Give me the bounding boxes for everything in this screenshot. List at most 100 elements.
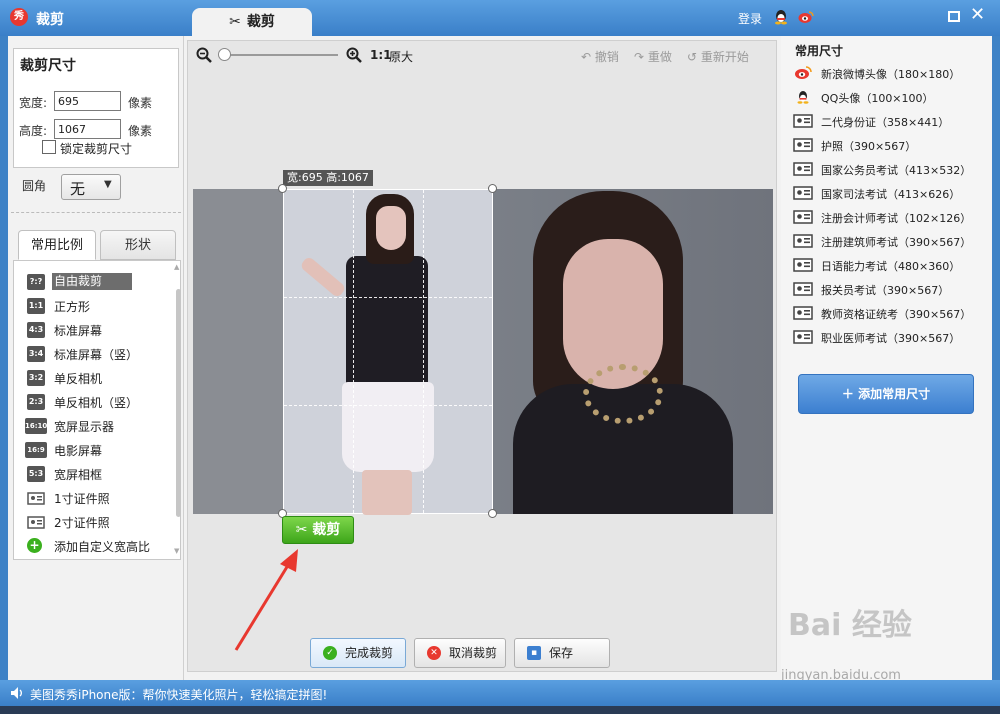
cancel-icon: ✕ (427, 646, 441, 660)
size-item-teacher-exam[interactable]: 教师资格证统考（390×567） (791, 302, 991, 324)
size-item-japanese-exam[interactable]: 日语能力考试（480×360） (791, 254, 991, 276)
crop-grid-line (353, 190, 354, 513)
size-item-weibo-avatar[interactable]: 新浪微博头像（180×180） (791, 62, 991, 84)
crop-size-box: 裁剪尺寸 宽度: 像素 高度: 像素 锁定裁剪尺寸 (13, 48, 179, 168)
size-item-label: 注册会计师考试（102×126） (821, 212, 972, 225)
app-logo-icon: 秀 (10, 8, 28, 26)
ratio-item-16-9[interactable]: 16:9 电影屏幕 (14, 439, 164, 461)
ratio-list-scrollbar[interactable] (176, 289, 181, 517)
zoom-slider-thumb[interactable] (218, 48, 231, 61)
size-item-label: 国家司法考试（413×626） (821, 188, 961, 201)
size-item-label: 二代身份证（358×441） (821, 116, 950, 129)
crop-selection[interactable] (283, 189, 493, 515)
add-common-size-label: 添加常用尺寸 (858, 387, 931, 401)
size-item-customs-exam[interactable]: 报关员考试（390×567） (791, 278, 991, 300)
size-item-architect-exam[interactable]: 注册建筑师考试（390×567） (791, 230, 991, 252)
zoom-original-button[interactable]: 原大 (389, 48, 413, 65)
finish-crop-button[interactable]: ✓ 完成裁剪 (310, 638, 406, 668)
login-link[interactable]: 登录 (738, 10, 762, 27)
redo-label: 重做 (647, 50, 672, 64)
lock-size-label[interactable]: 锁定裁剪尺寸 (60, 140, 132, 157)
speaker-icon (11, 687, 22, 699)
crop-subject-skirt (342, 382, 434, 472)
id-card-icon (793, 330, 813, 344)
ratio-item-label: 宽屏相框 (54, 468, 103, 482)
corner-select[interactable]: 无 ▼ (61, 174, 121, 200)
ratio-item-5-3[interactable]: 5:3 宽屏相框 (14, 463, 164, 485)
scroll-down-icon[interactable]: ▼ (174, 547, 179, 555)
cancel-crop-button[interactable]: ✕ 取消裁剪 (414, 638, 506, 668)
zoom-out-icon[interactable] (196, 47, 212, 63)
id-card-icon (793, 234, 813, 248)
annotation-arrow (234, 549, 298, 651)
crop-button-label: 裁剪 (312, 522, 341, 538)
tab-crop[interactable]: ✂ 裁剪 (192, 8, 312, 36)
zoom-in-icon[interactable] (346, 47, 362, 63)
qq-icon[interactable] (774, 9, 788, 25)
chevron-down-icon: ▼ (104, 179, 112, 190)
cancel-crop-label: 取消裁剪 (449, 646, 498, 660)
crop-handle-bottom-right[interactable] (488, 509, 497, 518)
width-unit: 像素 (128, 96, 153, 110)
ratio-item-add-custom[interactable]: + 添加自定义宽高比 (14, 535, 164, 557)
size-item-civil-service[interactable]: 国家公务员考试（413×532） (791, 158, 991, 180)
ratio-4-3-icon: 4:3 (27, 322, 45, 338)
zoom-slider[interactable] (220, 54, 338, 56)
ratio-item-square[interactable]: 1:1 正方形 (14, 295, 164, 317)
restart-button[interactable]: ↺ 重新开始 (687, 48, 749, 65)
redo-button[interactable]: ↷ 重做 (634, 48, 672, 65)
crop-handle-top-right[interactable] (488, 184, 497, 193)
scroll-up-icon[interactable]: ▲ (174, 263, 179, 271)
ratio-item-label: 自由裁剪 (52, 273, 133, 290)
ratio-item-2-inch-id[interactable]: 2寸证件照 (14, 511, 164, 533)
size-item-cpa-exam[interactable]: 注册会计师考试（102×126） (791, 206, 991, 228)
crop-dimension-label: 宽:695 高:1067 (283, 170, 373, 186)
size-item-label: 教师资格证统考（390×567） (821, 308, 972, 321)
ratio-item-free[interactable]: ?:? 自由裁剪 (14, 271, 164, 293)
id-card-icon (793, 306, 813, 320)
ratio-item-16-10[interactable]: 16:10 宽屏显示器 (14, 415, 164, 437)
canvas-area: 1:1 原大 ↶ 撤销 ↷ 重做 ↺ 重新开始 宽:695 高:1067 ✂ 裁… (187, 40, 777, 672)
lock-size-checkbox[interactable] (42, 140, 56, 154)
ratio-16-10-icon: 16:10 (25, 418, 47, 434)
size-item-passport[interactable]: 护照（390×567） (791, 134, 991, 156)
crop-button[interactable]: ✂ 裁剪 (282, 516, 354, 544)
add-common-size-button[interactable]: ＋ 添加常用尺寸 (798, 374, 974, 414)
ratio-item-4-3[interactable]: 4:3 标准屏幕 (14, 319, 164, 341)
id-card-icon (27, 492, 45, 505)
height-input[interactable] (54, 119, 121, 139)
ratio-item-3-4[interactable]: 3:4 标准屏幕（竖） (14, 343, 164, 365)
maximize-button[interactable] (948, 11, 960, 22)
ratio-5-3-icon: 5:3 (27, 466, 45, 482)
id-card-icon (793, 210, 813, 224)
save-button[interactable]: ▪ 保存 (514, 638, 610, 668)
save-icon: ▪ (527, 646, 541, 660)
tab-crop-label: 裁剪 (246, 14, 275, 30)
undo-button[interactable]: ↶ 撤销 (581, 48, 619, 65)
tab-shape[interactable]: 形状 (100, 230, 176, 260)
crop-handle-top-left[interactable] (278, 184, 287, 193)
width-input[interactable] (54, 91, 121, 111)
id-card-icon (793, 186, 813, 200)
size-item-qq-avatar[interactable]: QQ头像（100×100） (791, 86, 991, 108)
id-card-icon (793, 138, 813, 152)
size-item-id-card[interactable]: 二代身份证（358×441） (791, 110, 991, 132)
close-button[interactable]: ✕ (970, 6, 985, 24)
tab-common-ratio[interactable]: 常用比例 (18, 230, 96, 260)
crop-subject-arm (299, 255, 347, 299)
id-card-icon (27, 516, 45, 529)
corner-label: 圆角 (22, 179, 47, 193)
add-icon: + (27, 538, 42, 553)
ratio-item-label: 1寸证件照 (54, 492, 110, 506)
ratio-item-2-3[interactable]: 2:3 单反相机（竖） (14, 391, 164, 413)
ratio-1-1-icon: 1:1 (27, 298, 45, 314)
size-item-physician-exam[interactable]: 职业医师考试（390×567） (791, 326, 991, 348)
status-message[interactable]: 美图秀秀iPhone版：帮你快速美化照片，轻松搞定拼图! (30, 686, 327, 703)
scissors-icon: ✂ (229, 14, 241, 30)
qq-icon (797, 91, 809, 104)
status-bar: 美图秀秀iPhone版：帮你快速美化照片，轻松搞定拼图! (0, 680, 1000, 706)
ratio-item-3-2[interactable]: 3:2 单反相机 (14, 367, 164, 389)
ratio-item-1-inch-id[interactable]: 1寸证件照 (14, 487, 164, 509)
size-item-judicial-exam[interactable]: 国家司法考试（413×626） (791, 182, 991, 204)
weibo-icon[interactable] (798, 10, 814, 24)
